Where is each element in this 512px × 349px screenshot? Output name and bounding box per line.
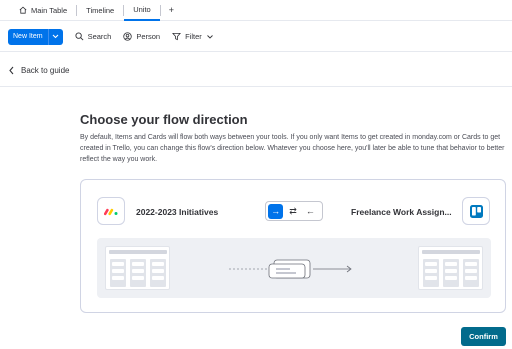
- tab-label: Unito: [133, 4, 151, 14]
- person-filter-button[interactable]: Person: [123, 32, 160, 41]
- add-view-button[interactable]: +: [161, 0, 182, 21]
- tab-timeline[interactable]: Timeline: [77, 0, 123, 21]
- filter-icon: [172, 32, 182, 41]
- board-illustration-left: [105, 246, 170, 290]
- back-to-guide-link[interactable]: Back to guide: [8, 66, 69, 75]
- page-title: Choose your flow direction: [80, 112, 248, 127]
- direction-one-way-right-button[interactable]: →: [268, 203, 284, 219]
- monday-icon: [103, 208, 117, 216]
- flow-direction-card: 2022-2023 Initiatives → ⇄ ← Freelance Wo…: [80, 179, 506, 313]
- search-button[interactable]: Search: [75, 32, 112, 41]
- direction-one-way-left-button[interactable]: ←: [303, 204, 318, 219]
- monday-board-name: 2022-2023 Initiatives: [136, 207, 219, 217]
- back-label: Back to guide: [21, 66, 70, 75]
- flow-direction-selector: → ⇄ ←: [265, 201, 323, 221]
- confirm-button[interactable]: Confirm: [461, 327, 506, 346]
- filter-button[interactable]: Filter: [172, 32, 213, 41]
- flow-illustration: [97, 238, 491, 298]
- new-item-label: New Item: [8, 28, 49, 45]
- person-label: Person: [136, 32, 161, 41]
- tab-main-table[interactable]: Main Table: [10, 0, 76, 21]
- home-icon: [19, 6, 27, 14]
- tab-unito[interactable]: Unito: [124, 0, 160, 21]
- filter-label: Filter: [185, 32, 202, 41]
- tab-label: Main Table: [31, 5, 68, 15]
- chevron-down-icon: [206, 34, 213, 39]
- direction-two-way-button[interactable]: ⇄: [285, 204, 300, 219]
- tab-label: Timeline: [86, 5, 115, 15]
- board-illustration-right: [418, 246, 483, 290]
- search-label: Search: [87, 32, 112, 41]
- trello-board-name: Freelance Work Assign...: [351, 207, 452, 217]
- board-toolbar: New Item Search Person Filter: [0, 22, 512, 52]
- search-icon: [75, 32, 83, 41]
- divider: [0, 86, 512, 87]
- view-tabs: Main Table Timeline Unito +: [0, 0, 512, 21]
- chevron-down-icon[interactable]: [49, 29, 63, 45]
- new-item-button[interactable]: New Item: [8, 28, 63, 45]
- monday-logo: [97, 197, 125, 225]
- trello-icon: [469, 204, 483, 218]
- page-description: By default, Items and Cards will flow bo…: [80, 134, 505, 163]
- chevron-left-icon: [9, 66, 14, 75]
- person-icon: [123, 32, 133, 41]
- flow-arrow-illustration: [229, 259, 352, 279]
- trello-logo: [462, 197, 490, 225]
